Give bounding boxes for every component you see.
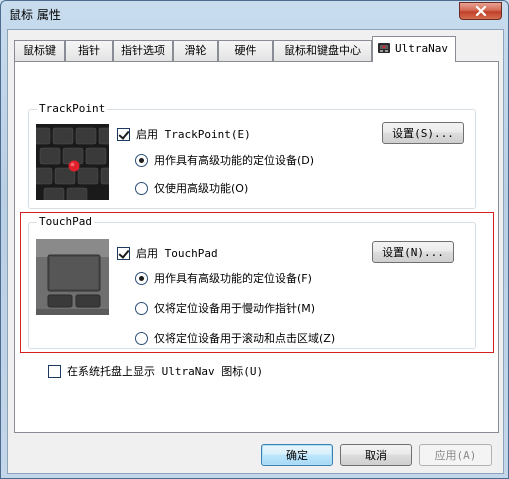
tab-hardware[interactable]: 硬件 — [218, 40, 273, 61]
trackpoint-image — [36, 124, 109, 200]
tray-icon-option[interactable]: 在系统托盘上显示 UltraNav 图标(U) — [48, 363, 263, 379]
touchpad-scroll-tap-radio[interactable] — [135, 331, 148, 345]
trackpoint-enable-checkbox[interactable] — [117, 127, 130, 141]
touchpad-settings-button[interactable]: 设置(N)... — [372, 241, 454, 263]
touchpad-enable-checkbox[interactable] — [117, 246, 130, 260]
tab-pointers[interactable]: 指针 — [65, 40, 113, 61]
trackpoint-advanced-only-radio[interactable] — [135, 181, 148, 195]
trackpoint-group: TrackPoint 启用 TrackPoint(E) 用作具有高级功能的定位设… — [28, 102, 476, 209]
tab-wheel[interactable]: 滑轮 — [173, 40, 218, 61]
title-bar[interactable]: 鼠标 属性 — [1, 1, 508, 27]
close-button[interactable] — [459, 2, 502, 20]
tab-mouse-buttons[interactable]: 鼠标键 — [14, 40, 65, 61]
trackpoint-option-advanced-only[interactable]: 仅使用高级功能(O) — [135, 180, 248, 196]
touchpad-option-slow-motion[interactable]: 仅将定位设备用于慢动作指针(M) — [135, 300, 315, 316]
touchpad-advanced-radio[interactable] — [135, 271, 148, 285]
close-icon — [475, 6, 486, 16]
ok-button[interactable]: 确定 — [261, 444, 333, 466]
apply-button[interactable]: 应用(A) — [419, 444, 492, 466]
tray-icon-checkbox[interactable] — [48, 364, 61, 378]
tab-pointer-options[interactable]: 指针选项 — [113, 40, 173, 61]
properties-window: 鼠标 属性 鼠标键 指针 指针选项 滑轮 硬件 鼠标和键盘中心 UltraNav… — [0, 0, 509, 479]
tab-ultranav[interactable]: UltraNav — [372, 36, 456, 62]
trackpoint-option-advanced[interactable]: 用作具有高级功能的定位设备(D) — [135, 152, 314, 168]
trackpoint-advanced-radio[interactable] — [135, 153, 148, 167]
tab-mouse-keyboard-center[interactable]: 鼠标和键盘中心 — [273, 40, 372, 61]
ultranav-icon — [377, 40, 391, 54]
touchpad-group: TouchPad 启用 TouchPad 用作具有高级功能的定位设备(F) 仅将… — [28, 215, 476, 349]
tab-strip: 鼠标键 指针 指针选项 滑轮 硬件 鼠标和键盘中心 UltraNav — [14, 36, 499, 62]
touchpad-image — [36, 239, 109, 315]
touchpad-group-label: TouchPad — [37, 215, 94, 228]
touchpad-enable-row[interactable]: 启用 TouchPad — [117, 245, 218, 261]
trackpoint-group-label: TrackPoint — [37, 102, 108, 115]
touchpad-slow-motion-radio[interactable] — [135, 301, 148, 315]
window-title: 鼠标 属性 — [9, 8, 61, 22]
cancel-button[interactable]: 取消 — [340, 444, 412, 466]
ultranav-panel: TrackPoint 启用 TrackPoint(E) 用作具有高级功能的定位设… — [14, 61, 499, 433]
trackpoint-enable-row[interactable]: 启用 TrackPoint(E) — [117, 126, 251, 142]
dialog-client-area: 鼠标键 指针 指针选项 滑轮 硬件 鼠标和键盘中心 UltraNav Track… — [7, 29, 504, 474]
trackpoint-settings-button[interactable]: 设置(S)... — [382, 122, 464, 144]
touchpad-option-advanced[interactable]: 用作具有高级功能的定位设备(F) — [135, 270, 312, 286]
touchpad-option-scroll-tap[interactable]: 仅将定位设备用于滚动和点击区域(Z) — [135, 330, 335, 346]
